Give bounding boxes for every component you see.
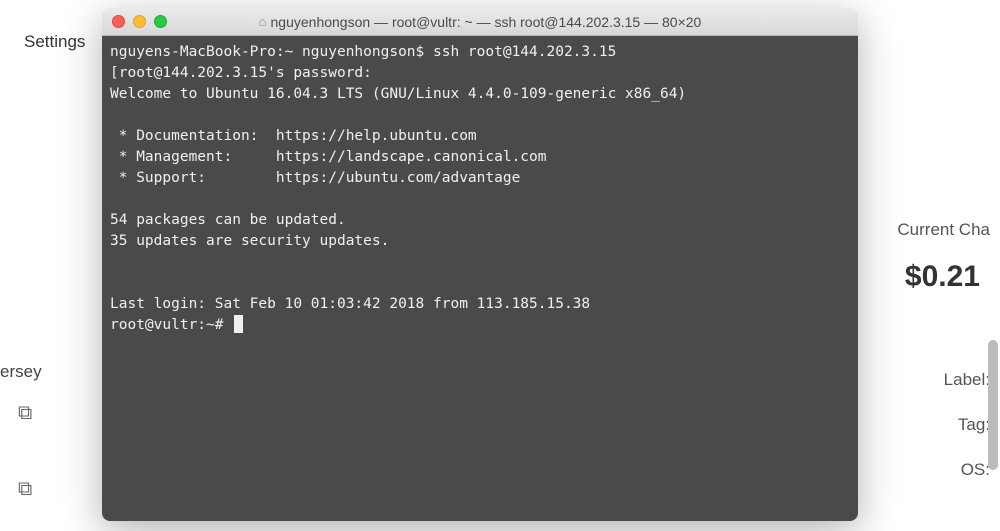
copy-icon[interactable]: ⧉ bbox=[18, 402, 32, 425]
close-icon[interactable] bbox=[112, 15, 125, 28]
os-field-label: OS: bbox=[961, 460, 990, 480]
window-title-text: nguyenhongson — root@vultr: ~ — ssh root… bbox=[271, 14, 702, 30]
maximize-icon[interactable] bbox=[154, 15, 167, 28]
label-field-label: Label: bbox=[944, 370, 990, 390]
window-title: ⌂ nguyenhongson — root@vultr: ~ — ssh ro… bbox=[102, 14, 858, 30]
terminal-line: * Support: https://ubuntu.com/advantage bbox=[110, 170, 520, 186]
terminal-line: nguyens-MacBook-Pro:~ nguyenhongson$ ssh… bbox=[110, 44, 616, 60]
terminal-line: 35 updates are security updates. bbox=[110, 233, 389, 249]
terminal-line: Last login: Sat Feb 10 01:03:42 2018 fro… bbox=[110, 296, 590, 312]
page-scrollbar[interactable] bbox=[988, 340, 998, 470]
copy-icon[interactable]: ⧉ bbox=[18, 478, 32, 501]
minimize-icon[interactable] bbox=[133, 15, 146, 28]
cursor-icon bbox=[234, 315, 243, 333]
terminal-prompt: root@vultr:~# bbox=[110, 317, 232, 333]
terminal-window: ⌂ nguyenhongson — root@vultr: ~ — ssh ro… bbox=[102, 8, 858, 521]
terminal-line: 54 packages can be updated. bbox=[110, 212, 346, 228]
settings-nav[interactable]: Settings bbox=[24, 32, 85, 52]
terminal-line: Welcome to Ubuntu 16.04.3 LTS (GNU/Linux… bbox=[110, 86, 686, 102]
terminal-line: * Management: https://landscape.canonica… bbox=[110, 149, 547, 165]
terminal-body[interactable]: nguyens-MacBook-Pro:~ nguyenhongson$ ssh… bbox=[102, 36, 858, 521]
tag-field-label: Tag: bbox=[958, 415, 990, 435]
home-icon: ⌂ bbox=[259, 14, 267, 29]
charges-label: Current Cha bbox=[897, 220, 990, 240]
charges-value: $0.21 bbox=[905, 260, 980, 294]
window-titlebar[interactable]: ⌂ nguyenhongson — root@vultr: ~ — ssh ro… bbox=[102, 8, 858, 36]
terminal-line: * Documentation: https://help.ubuntu.com bbox=[110, 128, 477, 144]
terminal-line: [root@144.202.3.15's password: bbox=[110, 65, 372, 81]
location-label: ersey bbox=[0, 362, 42, 382]
